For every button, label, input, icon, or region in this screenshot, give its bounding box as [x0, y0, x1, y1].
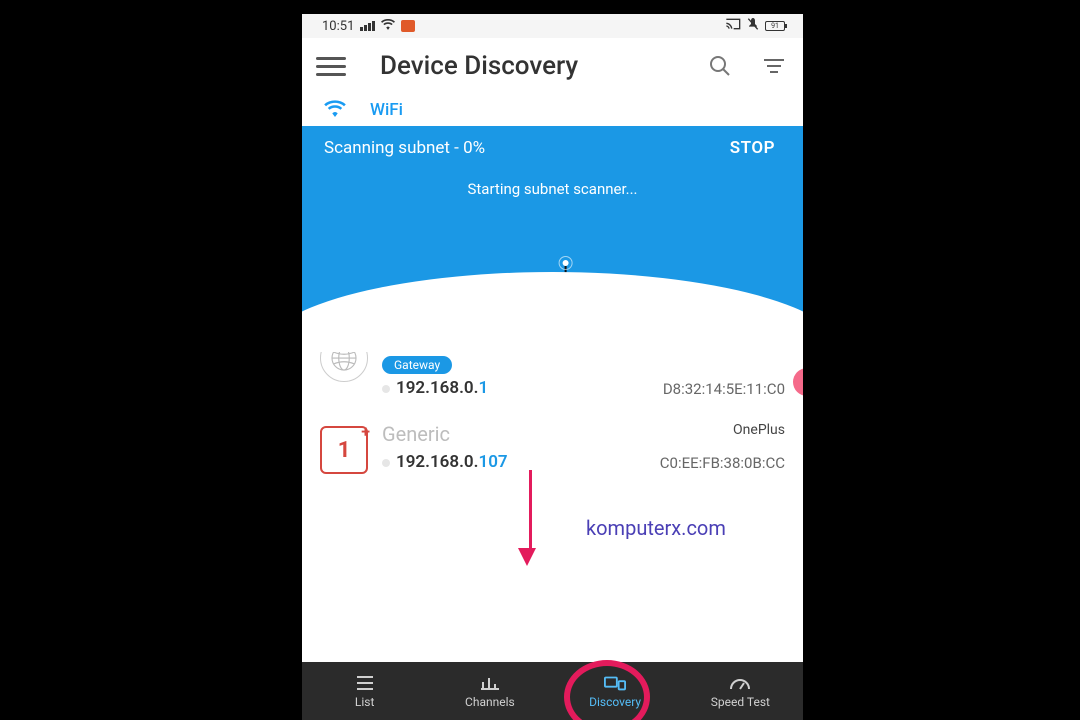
cast-icon: [725, 18, 741, 34]
nav-list[interactable]: List: [302, 662, 427, 720]
annotation-watermark: komputerx.com: [586, 516, 726, 540]
notification-icon: [401, 20, 415, 32]
scan-status-bar: Scanning subnet - 0% STOP: [302, 126, 803, 170]
nav-discovery[interactable]: Discovery: [553, 662, 678, 720]
speed-icon: [729, 674, 751, 692]
nav-label: Channels: [465, 695, 515, 709]
status-bar: 10:51 91: [302, 14, 803, 38]
status-time: 10:51: [322, 19, 354, 34]
nav-label: Speed Test: [711, 695, 770, 709]
channels-icon: [479, 674, 501, 692]
scan-status-text: Scanning subnet - 0%: [324, 138, 720, 158]
nav-label: Discovery: [589, 695, 641, 709]
page-title: Device Discovery: [380, 51, 578, 81]
wifi-status-icon: [381, 18, 395, 34]
nav-speed-test[interactable]: Speed Test: [678, 662, 803, 720]
filter-button[interactable]: [757, 49, 791, 83]
wifi-icon: [324, 99, 346, 122]
app-bar: Device Discovery: [302, 38, 803, 94]
device-vendor: OnePlus: [733, 422, 785, 438]
gateway-badge: Gateway: [382, 356, 452, 374]
list-icon: [354, 674, 376, 692]
hero-panel: Starting subnet scanner...: [302, 170, 803, 312]
device-ip: 192.168.0.107: [382, 452, 508, 472]
menu-button[interactable]: [314, 49, 348, 83]
device-ip: 192.168.0.1: [382, 378, 488, 398]
device-name: Generic: [382, 422, 450, 446]
oneplus-icon: 1: [320, 426, 368, 474]
signal-icon: [360, 21, 375, 31]
hero-status-text: Starting subnet scanner...: [302, 170, 803, 198]
bottom-nav: List Channels Discovery Speed Test: [302, 662, 803, 720]
nav-channels[interactable]: Channels: [427, 662, 552, 720]
battery-icon: 91: [765, 21, 785, 31]
discovery-icon: [604, 674, 626, 692]
connection-row[interactable]: WiFi: [302, 94, 803, 126]
nav-label: List: [355, 695, 375, 709]
stop-button[interactable]: STOP: [720, 134, 785, 162]
search-button[interactable]: [703, 49, 737, 83]
phone-frame: 10:51 91 Device Discovery: [302, 14, 803, 720]
mute-icon: [747, 17, 759, 35]
device-mac: D8:32:14:5E:11:C0: [663, 380, 785, 398]
device-row[interactable]: 1 Generic OnePlus 192.168.0.107 C0:EE:FB…: [320, 412, 785, 488]
connection-label: WiFi: [370, 100, 403, 120]
device-mac: C0:EE:FB:38:0B:CC: [660, 454, 785, 472]
